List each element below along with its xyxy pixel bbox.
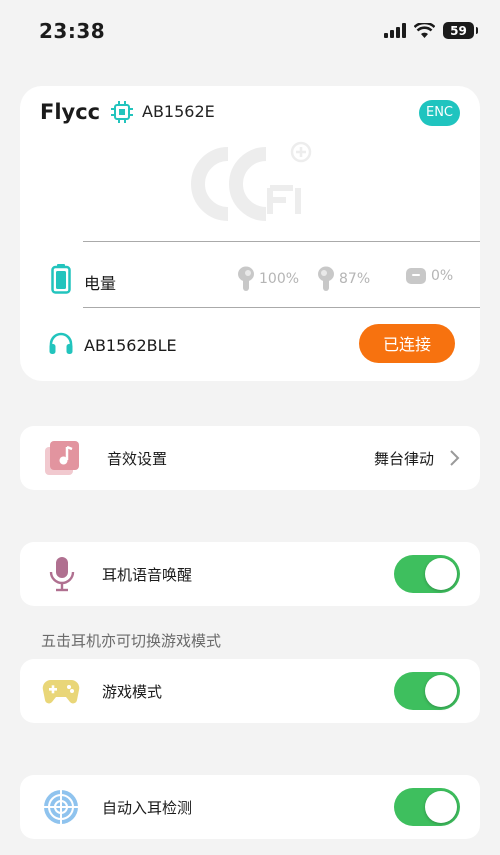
divider bbox=[83, 307, 480, 308]
right-earbud-battery: 87% bbox=[317, 266, 370, 292]
target-radar-icon bbox=[44, 790, 78, 824]
game-mode-hint: 五击耳机亦可切换游戏模式 bbox=[41, 632, 222, 650]
sound-settings-row[interactable]: 音效设置 舞台律动 bbox=[20, 426, 480, 490]
auto-ear-detection-toggle[interactable] bbox=[394, 788, 460, 826]
voice-wake-toggle[interactable] bbox=[394, 555, 460, 593]
earbud-icon bbox=[318, 266, 334, 291]
game-mode-label: 游戏模式 bbox=[102, 682, 163, 701]
game-mode-row: 游戏模式 bbox=[20, 659, 480, 723]
ble-device-name: AB1562BLE bbox=[84, 336, 177, 355]
case-percent: 0% bbox=[431, 268, 454, 284]
headphone-icon bbox=[49, 332, 73, 354]
auto-ear-detection-row: 自动入耳检测 bbox=[20, 775, 480, 839]
battery-icon: 59 bbox=[443, 22, 478, 39]
connection-status-button[interactable]: 已连接 bbox=[359, 324, 455, 363]
model-id: AB1562E bbox=[142, 102, 215, 121]
device-name: Flycc bbox=[40, 100, 101, 124]
gamepad-icon bbox=[42, 679, 80, 704]
chip-icon bbox=[111, 101, 133, 123]
sound-settings-label: 音效设置 bbox=[107, 449, 168, 468]
chevron-right-icon bbox=[450, 450, 460, 466]
left-earbud-battery: 100% bbox=[237, 266, 299, 292]
wifi-icon bbox=[414, 23, 435, 38]
game-mode-toggle[interactable] bbox=[394, 672, 460, 710]
brand-logo-watermark bbox=[191, 141, 312, 221]
battery-level-icon bbox=[51, 264, 71, 294]
voice-wake-row: 耳机语音唤醒 bbox=[20, 542, 480, 606]
case-battery: 0% bbox=[405, 266, 453, 286]
music-library-icon bbox=[45, 441, 79, 475]
left-earbud-percent: 100% bbox=[259, 271, 300, 287]
microphone-icon bbox=[49, 557, 75, 592]
right-earbud-percent: 87% bbox=[339, 271, 371, 287]
status-bar: 23:38 59 bbox=[0, 0, 500, 60]
signal-icon bbox=[384, 23, 406, 38]
auto-ear-detection-label: 自动入耳检测 bbox=[102, 798, 193, 817]
voice-wake-label: 耳机语音唤醒 bbox=[102, 565, 193, 584]
divider bbox=[83, 241, 480, 242]
enc-badge: ENC bbox=[418, 100, 460, 126]
charging-case-icon bbox=[406, 268, 426, 284]
earbud-icon bbox=[238, 266, 254, 291]
battery-level: 59 bbox=[450, 23, 467, 38]
battery-label: 电量 bbox=[84, 274, 117, 293]
status-icons: 59 bbox=[384, 22, 478, 39]
device-card: Flycc AB1562E ENC 电量 100% 87% 0% AB1562B… bbox=[20, 86, 480, 381]
sound-settings-value: 舞台律动 bbox=[373, 449, 434, 468]
status-time: 23:38 bbox=[39, 19, 106, 43]
